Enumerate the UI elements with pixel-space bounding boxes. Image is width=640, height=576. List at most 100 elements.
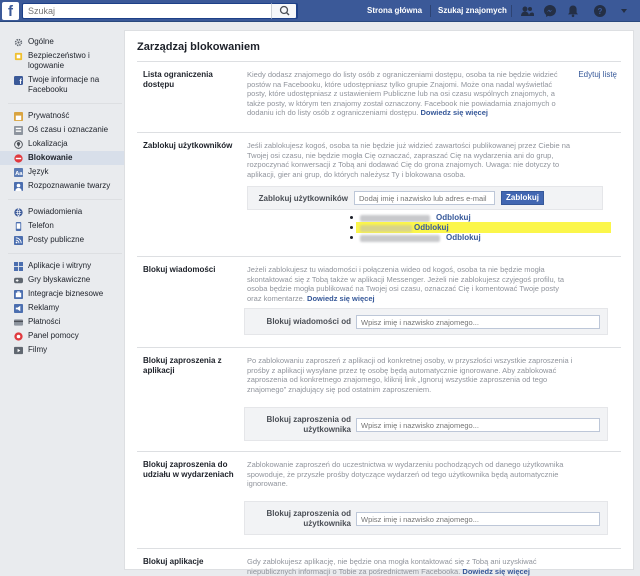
- learn-more-link[interactable]: Dowiedz się więcej: [462, 567, 530, 576]
- blurred-user-name: [360, 235, 440, 242]
- blurred-user-name: [360, 225, 412, 232]
- help-icon[interactable]: ?: [593, 4, 607, 18]
- block-user-input[interactable]: [354, 191, 495, 205]
- page-title: Zarządzaj blokowaniem: [137, 41, 260, 53]
- sidebar-item-notifications[interactable]: Powiadomienia: [8, 205, 122, 219]
- block-app-invites-input[interactable]: [356, 418, 600, 432]
- sidebar-item-label: Prywatność: [28, 111, 70, 120]
- dropdown-arrow-icon[interactable]: [619, 4, 629, 18]
- apps-icon: [14, 262, 23, 271]
- notifications-icon[interactable]: [566, 4, 580, 18]
- rss-icon: [14, 236, 23, 245]
- section-label: Blokuj zaproszenia do udziału w wydarzen…: [143, 460, 234, 479]
- friend-requests-icon[interactable]: [520, 4, 534, 18]
- nav-home[interactable]: Strona główna: [367, 6, 422, 15]
- sidebar-item-label: Gry błyskawiczne: [28, 275, 91, 284]
- sidebar-item-payments[interactable]: Płatności: [8, 315, 122, 329]
- sidebar-item-general[interactable]: Ogólne: [8, 35, 122, 49]
- section-label: Blokuj wiadomości: [143, 265, 216, 274]
- nav-find-friends[interactable]: Szukaj znajomych: [438, 6, 507, 15]
- section-description: Zablokowanie zaproszeń do uczestnictwa w…: [247, 460, 564, 488]
- sidebar-item-support-inbox[interactable]: Panel pomocy: [8, 329, 122, 343]
- blocked-user-row: Odblokuj: [350, 223, 510, 233]
- gear-icon: [14, 38, 23, 47]
- block-button[interactable]: Zablokuj: [501, 191, 544, 205]
- sidebar-item-public-posts[interactable]: Posty publiczne: [8, 233, 122, 247]
- search-icon: [279, 5, 290, 16]
- sidebar-item-business-integrations[interactable]: Integracje biznesowe: [8, 287, 122, 301]
- section-block-apps: Blokuj aplikacje Gdy zablokujesz aplikac…: [137, 549, 621, 576]
- sidebar-group-apps: Aplikacje i witryny Gry błyskawiczne Int…: [8, 254, 122, 363]
- blurred-user-name: [360, 215, 430, 222]
- sidebar-item-label: Rozpoznawanie twarzy: [28, 181, 111, 190]
- blocked-user-row: Odblokuj: [350, 233, 510, 243]
- video-icon: [14, 346, 23, 355]
- description-text: Jeżeli zablokujesz tu wiadomości i połąc…: [247, 265, 565, 303]
- sidebar-item-security[interactable]: Bezpieczeństwo i logowanie: [8, 49, 122, 73]
- bullet: [350, 216, 353, 219]
- sidebar-group-account: Ogólne Bezpieczeństwo i logowanie f Twoj…: [8, 30, 122, 104]
- top-bar: f Strona główna Szukaj znajomych ?: [0, 0, 640, 22]
- messenger-icon[interactable]: [543, 4, 557, 18]
- sidebar-item-face-recognition[interactable]: Rozpoznawanie twarzy: [8, 179, 122, 193]
- block-messages-label: Blokuj wiadomości od: [266, 317, 351, 326]
- sidebar-item-label: Reklamy: [28, 303, 60, 312]
- sidebar-group-privacy: Prywatność Oś czasu i oznaczanie Lokaliz…: [0, 104, 124, 200]
- sidebar-item-label: Lokalizacja: [28, 139, 68, 148]
- settings-sidebar: Ogólne Bezpieczeństwo i logowanie f Twoj…: [0, 30, 124, 363]
- sidebar-item-language[interactable]: Aa Język: [8, 165, 122, 179]
- sidebar-item-label: Oś czasu i oznaczanie: [28, 125, 109, 134]
- block-icon: [14, 154, 23, 163]
- sidebar-item-label: Integracje biznesowe: [28, 289, 104, 298]
- sidebar-item-label: Twoje informacje na Facebooku: [28, 75, 100, 94]
- sidebar-item-label: Bezpieczeństwo i logowanie: [28, 51, 90, 70]
- unblock-link[interactable]: Odblokuj: [446, 233, 481, 243]
- sidebar-item-ads[interactable]: Reklamy: [8, 301, 122, 315]
- ads-icon: [14, 304, 23, 313]
- sidebar-item-label: Ogólne: [28, 37, 54, 46]
- blocked-users-list: Odblokuj Odblokuj Odblokuj: [350, 213, 611, 253]
- business-icon: [14, 290, 23, 299]
- learn-more-link[interactable]: Dowiedz się więcej: [307, 294, 375, 303]
- sidebar-item-timeline[interactable]: Oś czasu i oznaczanie: [8, 123, 122, 137]
- payments-icon: [14, 319, 23, 326]
- block-event-invites-input[interactable]: [356, 512, 600, 526]
- section-block-app-invites: Blokuj zaproszenia z aplikacji Po zablok…: [137, 348, 621, 452]
- search-button[interactable]: [271, 3, 297, 19]
- edit-list-link[interactable]: Edytuj listę: [578, 70, 617, 79]
- section-label: Blokuj aplikacje: [143, 557, 204, 566]
- section-description: Gdy zablokujesz aplikację, nie będzie on…: [247, 557, 573, 576]
- block-messages-input[interactable]: [356, 315, 600, 329]
- learn-more-link[interactable]: Dowiedz się więcej: [420, 108, 488, 117]
- sidebar-item-instant-games[interactable]: Gry błyskawiczne: [8, 273, 122, 287]
- sidebar-item-apps[interactable]: Aplikacje i witryny: [8, 259, 122, 273]
- block-app-invites-form: Blokuj zaproszenia od użytkownika: [244, 407, 608, 441]
- unblock-link[interactable]: Odblokuj: [414, 223, 449, 233]
- globe-icon: [14, 208, 23, 217]
- sidebar-item-label: Posty publiczne: [28, 235, 85, 244]
- svg-text:?: ?: [598, 7, 603, 16]
- sidebar-item-label: Blokowanie: [28, 153, 73, 162]
- sidebar-group-notifications: Powiadomienia Telefon Posty publiczne: [8, 200, 122, 254]
- sidebar-item-videos[interactable]: Filmy: [8, 343, 122, 357]
- section-label: Blokuj zaproszenia z aplikacji: [143, 356, 222, 375]
- sidebar-item-your-info[interactable]: f Twoje informacje na Facebooku: [8, 73, 122, 97]
- block-event-invites-label: Blokuj zaproszenia od użytkownika: [266, 509, 351, 528]
- shield-icon: [14, 52, 23, 61]
- language-icon: Aa: [14, 168, 23, 177]
- block-users-form: Zablokuj użytkowników Zablokuj: [247, 186, 603, 210]
- section-description: Kiedy dodasz znajomego do listy osób z o…: [247, 70, 565, 118]
- facebook-logo[interactable]: f: [2, 2, 19, 20]
- section-description: Jeżeli zablokujesz tu wiadomości i połąc…: [247, 265, 573, 303]
- sidebar-item-location[interactable]: Lokalizacja: [8, 137, 122, 151]
- sidebar-item-phone[interactable]: Telefon: [8, 219, 122, 233]
- svg-text:Aa: Aa: [15, 171, 23, 177]
- section-block-users: Zablokuj użytkowników Jeśli zablokujesz …: [137, 133, 621, 257]
- sidebar-item-privacy[interactable]: Prywatność: [8, 109, 122, 123]
- sidebar-item-label: Telefon: [28, 221, 54, 230]
- timeline-icon: [14, 126, 23, 135]
- game-icon: [14, 277, 23, 284]
- block-messages-form: Blokuj wiadomości od: [244, 308, 608, 335]
- sidebar-item-blocking[interactable]: Blokowanie: [0, 151, 124, 165]
- search-input[interactable]: [23, 4, 263, 18]
